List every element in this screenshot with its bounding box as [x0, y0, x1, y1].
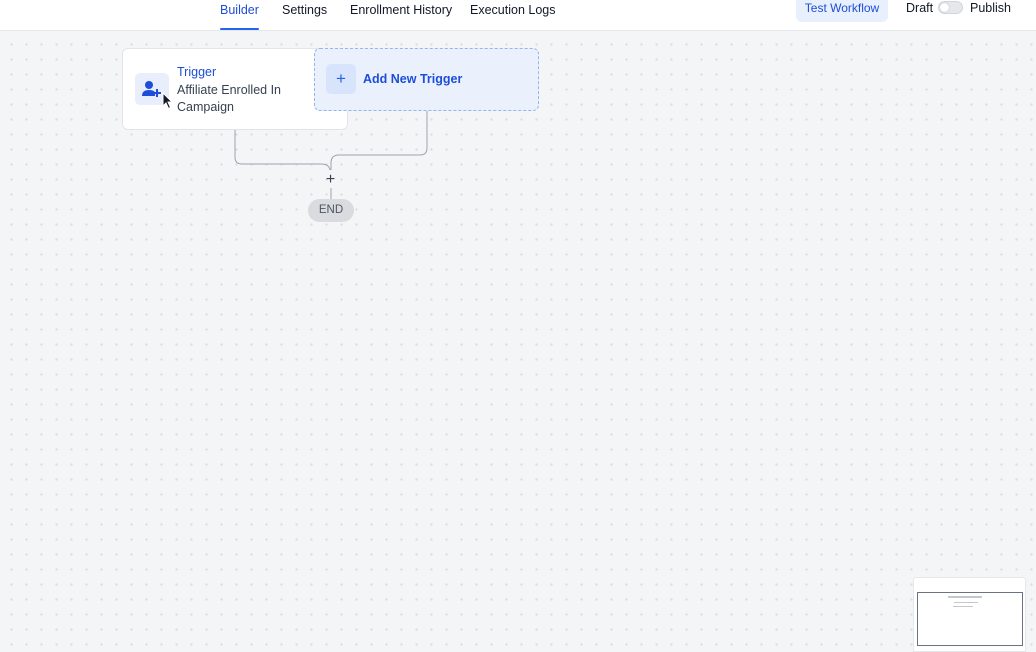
- tab-settings[interactable]: Settings: [282, 0, 327, 30]
- tab-execution-logs[interactable]: Execution Logs: [470, 0, 555, 30]
- minimap-node: [948, 596, 982, 598]
- trigger-title: Trigger: [177, 65, 217, 79]
- publish-toggle[interactable]: [938, 1, 963, 14]
- test-workflow-button[interactable]: Test Workflow: [796, 0, 888, 22]
- publish-label: Publish: [970, 1, 1011, 15]
- minimap-node: [954, 602, 978, 603]
- top-bar: Builder Settings Enrollment History Exec…: [0, 0, 1036, 31]
- trigger-subtitle: Affiliate Enrolled In Campaign: [177, 83, 281, 114]
- minimap-viewport[interactable]: [917, 592, 1023, 646]
- add-new-trigger-label: Add New Trigger: [363, 72, 463, 86]
- add-new-trigger-button[interactable]: + Add New Trigger: [314, 48, 539, 111]
- tab-builder[interactable]: Builder: [220, 0, 259, 30]
- toggle-knob: [940, 3, 949, 12]
- minimap-node: [953, 606, 973, 607]
- draft-label: Draft: [906, 1, 934, 15]
- minimap[interactable]: [913, 577, 1026, 652]
- end-node: END: [308, 199, 354, 222]
- tab-enrollment-history[interactable]: Enrollment History: [350, 0, 452, 30]
- add-step-plus-icon[interactable]: +: [323, 172, 338, 188]
- plus-icon: +: [326, 64, 356, 94]
- mouse-cursor-icon: [162, 92, 174, 110]
